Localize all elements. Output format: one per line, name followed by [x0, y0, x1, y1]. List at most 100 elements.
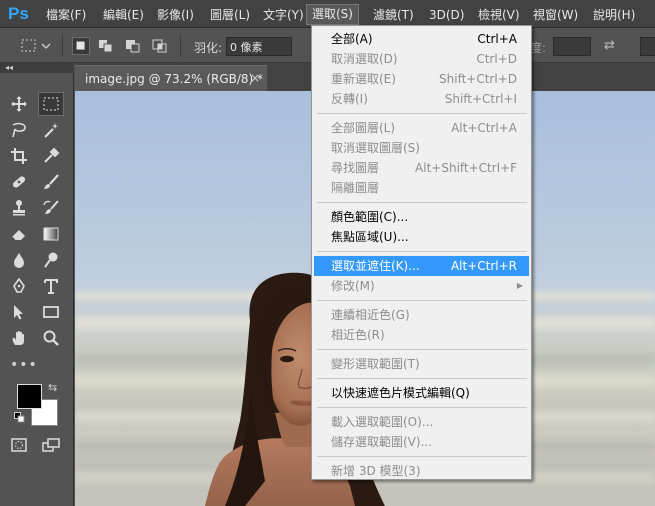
menu-separator: [317, 251, 527, 252]
menu-item-label: 取消選取(D): [331, 52, 398, 66]
default-colors-icon[interactable]: [14, 412, 25, 423]
rectangular-marquee-tool-icon[interactable]: [38, 92, 64, 116]
select-menu-item[interactable]: 以快速遮色片模式編輯(Q): [314, 383, 529, 403]
swap-colors-icon[interactable]: ⇆: [48, 381, 57, 394]
dodge-tool-icon[interactable]: [38, 248, 64, 272]
select-menu-item[interactable]: 反轉(I) Shift+Ctrl+I: [314, 89, 529, 109]
menu-item-label: 重新選取(E): [331, 72, 396, 86]
menu-7[interactable]: 濾鏡(T): [373, 6, 414, 24]
menu-3[interactable]: 影像(I): [157, 6, 194, 24]
history-brush-tool-icon[interactable]: [38, 196, 64, 220]
magic-wand-tool-icon[interactable]: [38, 118, 64, 142]
menu-item-label: 全部圖層(L): [331, 121, 396, 135]
menu-item-label: 反轉(I): [331, 92, 368, 106]
menu-separator: [317, 456, 527, 457]
menu-6[interactable]: 選取(S): [306, 4, 359, 25]
menu-item-shortcut: Ctrl+D: [476, 52, 517, 66]
width-input[interactable]: [553, 37, 591, 56]
eyedropper-tool-icon[interactable]: [38, 144, 64, 168]
move-tool-icon[interactable]: [6, 92, 32, 116]
intersect-selection-icon[interactable]: [151, 37, 169, 55]
feather-input[interactable]: [226, 37, 292, 56]
select-menu-item[interactable]: 載入選取範圍(O)...: [314, 412, 529, 432]
lasso-tool-icon[interactable]: [6, 118, 32, 142]
menu-item-label: 取消選取圖層(S): [331, 141, 420, 155]
subtract-from-selection-icon[interactable]: [124, 37, 142, 55]
menu-item-label: 顏色範圍(C)...: [331, 210, 409, 224]
menu-separator: [317, 113, 527, 114]
eraser-tool-icon[interactable]: [6, 222, 32, 246]
options-divider: [62, 35, 63, 57]
zoom-tool-icon[interactable]: [38, 326, 64, 350]
quick-mask-icon[interactable]: [6, 433, 32, 457]
menu-item-label: 儲存選取範圍(V)...: [331, 435, 433, 449]
select-menu-item[interactable]: 新增 3D 模型(3): [314, 461, 529, 481]
chevron-down-icon[interactable]: [40, 37, 52, 55]
gradient-tool-icon[interactable]: [38, 222, 64, 246]
select-menu-item[interactable]: 全部(A) Ctrl+A: [314, 29, 529, 49]
blur-tool-icon[interactable]: [6, 248, 32, 272]
select-menu-item[interactable]: 相近色(R): [314, 325, 529, 345]
more-tools-icon[interactable]: •••: [10, 357, 38, 373]
document-tab[interactable]: image.jpg @ 73.2% (RGB/8) * ×: [75, 65, 267, 91]
select-menu-item[interactable]: 顏色範圍(C)...: [314, 207, 529, 227]
menu-item-label: 新增 3D 模型(3): [331, 464, 421, 478]
menu-item-label: 隔離圖層: [331, 181, 380, 195]
crop-tool-icon[interactable]: [6, 144, 32, 168]
menu-11[interactable]: 說明(H): [593, 6, 635, 24]
height-input[interactable]: [640, 37, 655, 56]
menu-4[interactable]: 圖層(L): [210, 6, 250, 24]
healing-brush-tool-icon[interactable]: [6, 170, 32, 194]
select-menu-item[interactable]: 尋找圖層 Alt+Shift+Ctrl+F: [314, 158, 529, 178]
select-menu-item[interactable]: 連續相近色(G): [314, 305, 529, 325]
type-tool-icon[interactable]: [38, 274, 64, 298]
menu-bar: Ps 檔案(F) 編輯(E) 影像(I) 圖層(L) 文字(Y) 選取(S) 濾鏡(T) 3D…: [0, 0, 655, 28]
menu-item-label: 修改(M): [331, 279, 375, 293]
menu-item-shortcut: Ctrl+A: [477, 32, 517, 46]
select-menu-item[interactable]: 取消選取(D) Ctrl+D: [314, 49, 529, 69]
select-menu-item[interactable]: 儲存選取範圍(V)...: [314, 432, 529, 452]
select-menu-item[interactable]: 取消選取圖層(S): [314, 138, 529, 158]
select-menu-item[interactable]: 修改(M) ▶: [314, 276, 529, 296]
hand-tool-icon[interactable]: [6, 326, 32, 350]
rectangle-tool-icon[interactable]: [38, 300, 64, 324]
menu-8[interactable]: 3D(D): [429, 6, 464, 24]
close-icon[interactable]: ×: [250, 71, 260, 85]
select-menu-dropdown: 全部(A) Ctrl+A 取消選取(D) Ctrl+D 重新選取(E) Shift+Ctr…: [311, 25, 532, 480]
submenu-arrow-icon: ▶: [516, 281, 523, 290]
menu-item-shortcut: Alt+Shift+Ctrl+F: [415, 161, 517, 175]
menu-item-shortcut: Alt+Ctrl+R: [450, 259, 517, 273]
menu-9[interactable]: 檢視(V): [478, 6, 520, 24]
menu-5[interactable]: 文字(Y): [263, 6, 304, 24]
screen-mode-icon[interactable]: [38, 433, 64, 457]
menu-item-label: 變形選取範圍(T): [331, 357, 420, 371]
select-menu-item[interactable]: 隔離圖層: [314, 178, 529, 198]
brush-tool-icon[interactable]: [38, 170, 64, 194]
select-menu-item[interactable]: 全部圖層(L) Alt+Ctrl+A: [314, 118, 529, 138]
menu-1[interactable]: 檔案(F): [46, 6, 86, 24]
menu-item-shortcut: Shift+Ctrl+I: [444, 92, 517, 106]
toolbar-collapse-button[interactable]: ◂◂: [0, 63, 74, 73]
pen-tool-icon[interactable]: [6, 274, 32, 298]
menu-separator: [317, 300, 527, 301]
foreground-color-swatch[interactable]: [17, 384, 42, 409]
feather-label: 羽化:: [194, 41, 223, 55]
menu-separator: [317, 202, 527, 203]
marquee-preset-icon[interactable]: [20, 37, 38, 55]
add-to-selection-icon[interactable]: [97, 37, 115, 55]
select-menu-item[interactable]: 焦點區域(U)...: [314, 227, 529, 247]
clone-stamp-tool-icon[interactable]: [6, 196, 32, 220]
photoshop-logo: Ps: [8, 4, 29, 23]
new-selection-icon[interactable]: [72, 37, 90, 55]
menu-separator: [317, 378, 527, 379]
select-menu-item[interactable]: 重新選取(E) Shift+Ctrl+D: [314, 69, 529, 89]
select-menu-item[interactable]: 選取並遮住(K)... Alt+Ctrl+R: [314, 256, 529, 276]
path-selection-tool-icon[interactable]: [6, 300, 32, 324]
menu-2[interactable]: 編輯(E): [103, 6, 144, 24]
menu-item-label: 全部(A): [331, 32, 373, 46]
menu-item-label: 載入選取範圍(O)...: [331, 415, 434, 429]
swap-dimensions-icon[interactable]: ⇄: [604, 38, 615, 53]
select-menu-item[interactable]: 變形選取範圍(T): [314, 354, 529, 374]
menu-10[interactable]: 視窗(W): [533, 6, 578, 24]
width-label: 度:: [530, 41, 547, 55]
